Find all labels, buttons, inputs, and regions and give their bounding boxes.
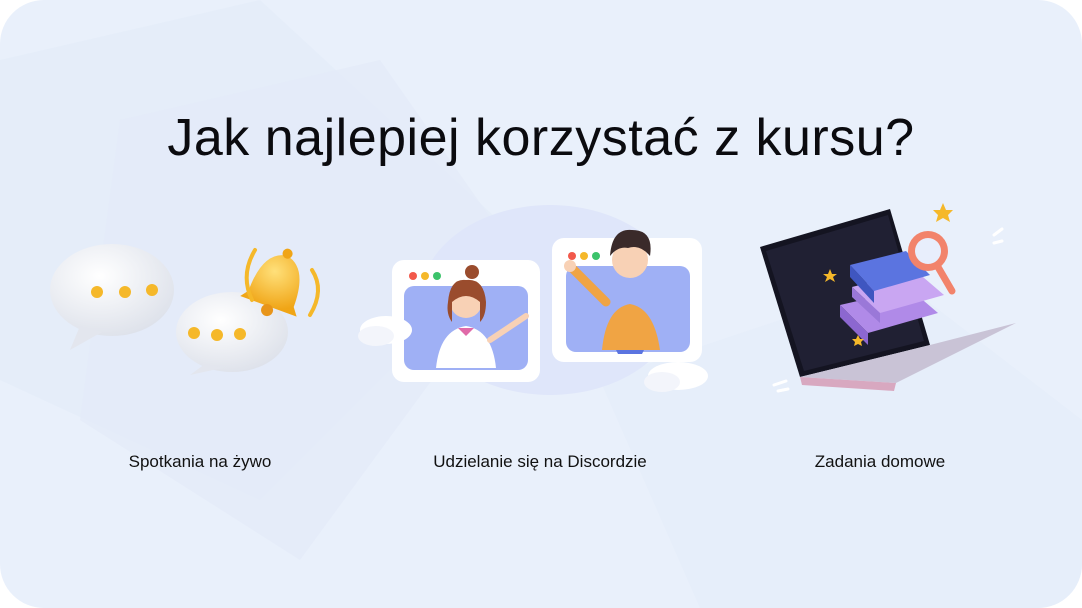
feature-label-homework: Zadania domowe xyxy=(814,452,946,471)
page-title: Jak najlepiej korzystać z kursu? xyxy=(167,109,915,167)
feature-live-meetings: Spotkania na żywo xyxy=(40,230,360,480)
slide-card: Jak najlepiej korzystać z kursu? Spotkan… xyxy=(0,0,1082,608)
feature-homework: Zadania domowe xyxy=(740,195,1020,480)
feature-discord: Udzielanie się na Discordzie xyxy=(340,190,740,480)
chat-bubbles-bell-icon xyxy=(50,244,320,375)
video-call-people-icon xyxy=(358,205,708,395)
feature-label-live-meetings: Spotkania na żywo xyxy=(128,452,272,471)
feature-label-discord: Udzielanie się na Discordzie xyxy=(433,452,647,471)
laptop-books-icon xyxy=(760,203,1016,393)
